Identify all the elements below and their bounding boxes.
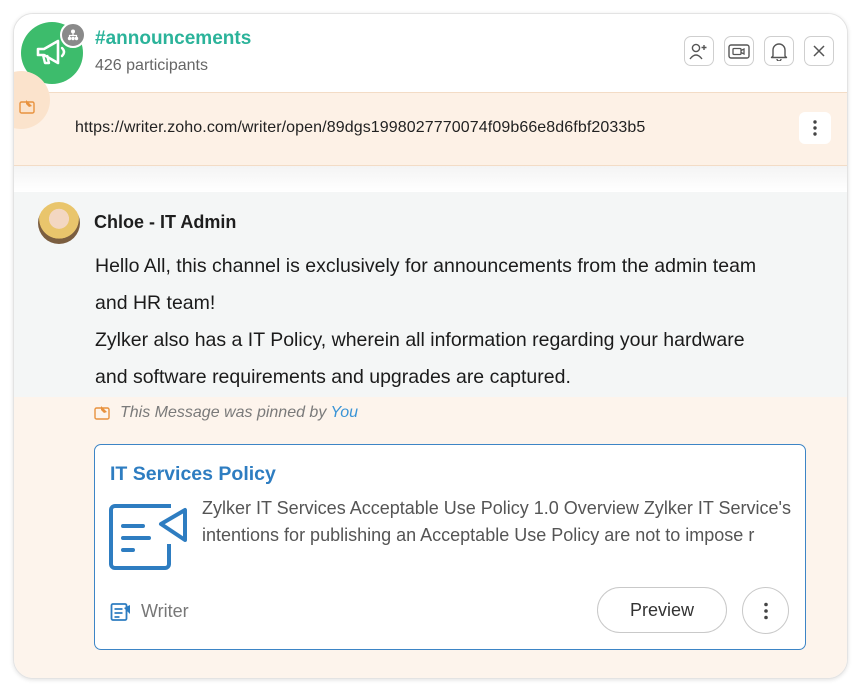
pinned-note: This Message was pinned by You (94, 404, 358, 422)
add-participant-button[interactable] (684, 36, 714, 66)
participant-count[interactable]: 426 participants (95, 57, 208, 75)
video-icon (728, 44, 750, 59)
writer-document-icon (109, 504, 187, 570)
message-line: and software requirements and upgrades a… (95, 366, 571, 388)
chat-window: #announcements 426 participants https://… (13, 13, 848, 679)
video-call-button[interactable] (724, 36, 754, 66)
close-button[interactable] (804, 36, 834, 66)
card-description: Zylker IT Services Acceptable Use Policy… (202, 498, 791, 545)
pinned-url[interactable]: https://writer.zoho.com/writer/open/89dg… (75, 119, 645, 137)
divider (14, 166, 847, 192)
message-line: and HR team! (95, 292, 216, 314)
card-menu-button[interactable] (742, 587, 789, 634)
writer-icon (110, 602, 130, 621)
channel-name[interactable]: #announcements (95, 28, 251, 50)
card-title[interactable]: IT Services Policy (110, 463, 276, 486)
avatar[interactable] (38, 202, 80, 244)
card-source-label: Writer (141, 601, 189, 621)
pinned-note-text: This Message was pinned by (120, 404, 327, 421)
preview-button[interactable]: Preview (597, 587, 727, 633)
pin-icon (19, 100, 35, 114)
add-user-icon (689, 43, 707, 60)
pinned-by-link[interactable]: You (330, 404, 358, 421)
channel-header: #announcements 426 participants (14, 14, 847, 92)
document-card[interactable]: IT Services Policy Zylker IT Services Ac… (94, 444, 806, 650)
message-line: Zylker also has a IT Policy, wherein all… (95, 329, 745, 351)
pin-icon (94, 406, 110, 420)
pinned-menu-button[interactable] (799, 112, 831, 144)
more-vertical-icon (813, 120, 817, 136)
close-icon (813, 45, 825, 57)
more-vertical-icon (763, 602, 768, 619)
message-author[interactable]: Chloe - IT Admin (94, 212, 236, 233)
pinned-message-bar[interactable]: https://writer.zoho.com/writer/open/89dg… (14, 71, 847, 166)
org-chart-icon (60, 22, 86, 48)
bell-icon (770, 43, 788, 61)
message: Chloe - IT Admin Hello All, this channel… (14, 192, 847, 397)
notifications-button[interactable] (764, 36, 794, 66)
message-line: Hello All, this channel is exclusively f… (95, 255, 757, 277)
card-source: Writer (110, 601, 189, 622)
message-text: Hello All, this channel is exclusively f… (95, 248, 815, 396)
